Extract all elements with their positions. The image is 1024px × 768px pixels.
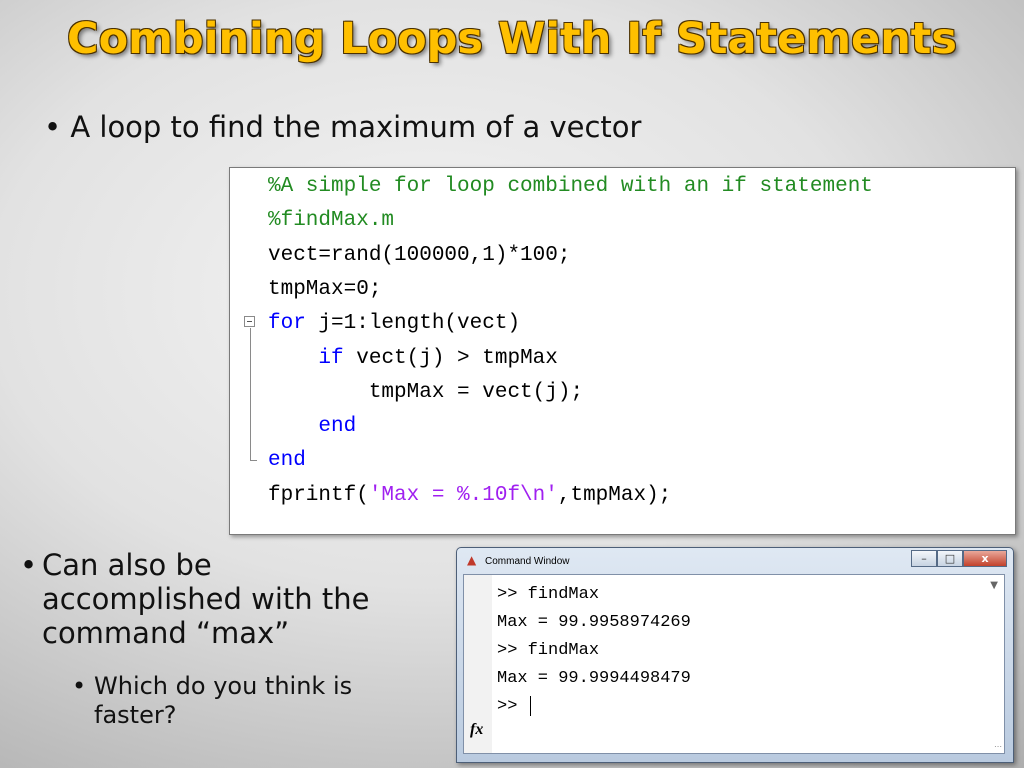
- code-line: %A simple for loop combined with an if s…: [268, 170, 873, 204]
- sub-bullet-faster: • Which do you think is faster?: [72, 672, 352, 730]
- text-cursor: [529, 695, 531, 716]
- minimize-button[interactable]: –: [911, 550, 937, 567]
- bullet-text: A loop to find the maximum of a vector: [70, 110, 642, 144]
- code-line: fprintf('Max = %.10f\n',tmpMax);: [268, 479, 671, 513]
- code-line: if vect(j) > tmpMax: [268, 342, 558, 376]
- code-listing: %A simple for loop combined with an if s…: [229, 167, 1016, 535]
- code-line: tmpMax = vect(j);: [268, 376, 583, 410]
- bullet-text-line: command “max”: [42, 616, 290, 650]
- bullet-dot: •: [44, 110, 62, 144]
- code-token: ,tmpMax);: [557, 483, 672, 507]
- bullet-dot: •: [72, 672, 87, 700]
- resize-grip-icon[interactable]: ⋯: [994, 742, 1002, 751]
- close-button[interactable]: x: [963, 550, 1007, 567]
- fold-guide-end: [250, 460, 257, 461]
- dropdown-icon[interactable]: ▼: [990, 580, 998, 591]
- command-window: ▲ Command Window – □ x ▼ >> findMax Max …: [456, 547, 1014, 763]
- code-token: tmpMax=0;: [268, 277, 382, 301]
- code-line: tmpMax=0;: [268, 273, 381, 307]
- code-token: for: [268, 312, 306, 336]
- command-line: >> findMax: [497, 585, 600, 604]
- code-token: vect(j) > tmpMax: [343, 346, 558, 370]
- command-output-area[interactable]: ▼ >> findMax Max = 99.9958974269 >> find…: [463, 574, 1005, 754]
- code-token: tmpMax = vect(j);: [268, 380, 584, 404]
- matlab-logo-icon: ▲: [467, 553, 477, 567]
- command-prompt[interactable]: >>: [497, 693, 531, 721]
- maximize-button[interactable]: □: [937, 550, 963, 567]
- bullet-text-line: accomplished with the: [42, 582, 370, 616]
- code-token: %A simple for loop combined with an if s…: [268, 175, 873, 198]
- command-output: Max = 99.9994498479: [497, 669, 691, 688]
- function-icon[interactable]: fx: [470, 721, 483, 739]
- code-token: end: [318, 415, 357, 439]
- fold-collapse-icon[interactable]: [244, 316, 255, 327]
- command-window-title: Command Window: [485, 556, 570, 567]
- window-controls: – □ x: [911, 550, 1007, 568]
- code-token: j=1:length(vect): [305, 312, 521, 336]
- code-token: if: [318, 346, 344, 370]
- prompt-text: >>: [497, 697, 528, 716]
- bullet-text-line: faster?: [94, 701, 177, 729]
- code-line: vect=rand(100000,1)*100;: [268, 239, 570, 273]
- code-line: for j=1:length(vect): [268, 307, 520, 341]
- command-output: Max = 99.9958974269: [497, 613, 691, 632]
- code-token: vect=rand(100000,1)*100;: [268, 243, 571, 267]
- code-token: end: [268, 449, 306, 473]
- bullet-text-line: Which do you think is: [94, 672, 353, 700]
- code-line: end: [268, 410, 356, 444]
- bullet-dot: •: [20, 548, 38, 582]
- code-token: fprintf(: [268, 483, 369, 507]
- fold-guide-line: [250, 328, 251, 461]
- slide-title: Combining Loops With If Statements: [67, 14, 957, 64]
- bullet-loop-max: • A loop to find the maximum of a vector: [44, 110, 641, 144]
- code-token: 'Max = %.10f\n': [368, 483, 558, 507]
- bullet-text-line: Can also be: [42, 548, 212, 582]
- code-line: end: [268, 444, 306, 478]
- command-line: >> findMax: [497, 641, 600, 660]
- code-line: %findMax.m: [268, 204, 394, 238]
- bullet-command-max: • Can also be accomplished with the comm…: [20, 548, 369, 650]
- code-token: %findMax.m: [268, 209, 395, 233]
